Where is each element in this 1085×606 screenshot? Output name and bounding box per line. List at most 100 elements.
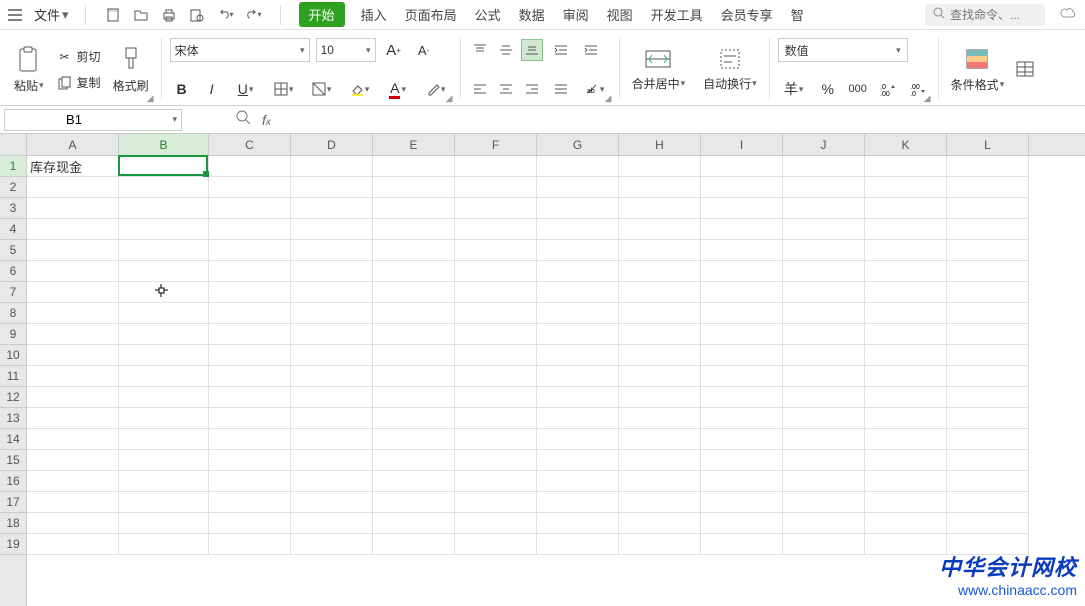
cell-C15[interactable] xyxy=(209,450,291,471)
cell-D17[interactable] xyxy=(291,492,373,513)
cell-G4[interactable] xyxy=(537,219,619,240)
row-header-13[interactable]: 13 xyxy=(0,408,26,429)
select-all-corner[interactable] xyxy=(0,134,27,156)
cell-F11[interactable] xyxy=(455,366,537,387)
cell-J9[interactable] xyxy=(783,324,865,345)
cell-H12[interactable] xyxy=(619,387,701,408)
cell-C12[interactable] xyxy=(209,387,291,408)
cell-J6[interactable] xyxy=(783,261,865,282)
cell-B19[interactable] xyxy=(119,534,209,555)
cell-K5[interactable] xyxy=(865,240,947,261)
cell-H17[interactable] xyxy=(619,492,701,513)
cell-D18[interactable] xyxy=(291,513,373,534)
tab-review[interactable]: 审阅 xyxy=(561,3,591,26)
cell-L1[interactable] xyxy=(947,156,1029,177)
cells-area[interactable]: 库存现金 xyxy=(27,156,1085,606)
cell-A12[interactable] xyxy=(27,387,119,408)
cell-L10[interactable] xyxy=(947,345,1029,366)
cell-L11[interactable] xyxy=(947,366,1029,387)
tab-developer[interactable]: 开发工具 xyxy=(649,3,705,26)
cell-K3[interactable] xyxy=(865,198,947,219)
cell-I18[interactable] xyxy=(701,513,783,534)
currency-button[interactable]: 羊▾ xyxy=(778,77,810,101)
cell-E1[interactable] xyxy=(373,156,455,177)
cell-K4[interactable] xyxy=(865,219,947,240)
cell-F15[interactable] xyxy=(455,450,537,471)
column-header-B[interactable]: B xyxy=(119,134,209,155)
cell-E14[interactable] xyxy=(373,429,455,450)
cell-A16[interactable] xyxy=(27,471,119,492)
row-header-7[interactable]: 7 xyxy=(0,282,26,303)
row-header-6[interactable]: 6 xyxy=(0,261,26,282)
cell-D5[interactable] xyxy=(291,240,373,261)
cell-H9[interactable] xyxy=(619,324,701,345)
cell-E12[interactable] xyxy=(373,387,455,408)
cell-G9[interactable] xyxy=(537,324,619,345)
cell-E13[interactable] xyxy=(373,408,455,429)
cell-G8[interactable] xyxy=(537,303,619,324)
cell-C17[interactable] xyxy=(209,492,291,513)
cell-C18[interactable] xyxy=(209,513,291,534)
cell-A10[interactable] xyxy=(27,345,119,366)
cell-C19[interactable] xyxy=(209,534,291,555)
print-preview-icon[interactable] xyxy=(188,6,206,24)
cell-L5[interactable] xyxy=(947,240,1029,261)
cell-G12[interactable] xyxy=(537,387,619,408)
cell-F19[interactable] xyxy=(455,534,537,555)
hamburger-icon[interactable] xyxy=(6,6,24,24)
name-box[interactable]: ▾ xyxy=(4,109,182,131)
cell-I7[interactable] xyxy=(701,282,783,303)
font-name-select[interactable]: 宋体▾ xyxy=(170,38,310,62)
cell-K16[interactable] xyxy=(865,471,947,492)
column-header-I[interactable]: I xyxy=(701,134,783,155)
cell-B3[interactable] xyxy=(119,198,209,219)
row-header-14[interactable]: 14 xyxy=(0,429,26,450)
cell-B13[interactable] xyxy=(119,408,209,429)
cell-H19[interactable] xyxy=(619,534,701,555)
cell-J14[interactable] xyxy=(783,429,865,450)
cell-F5[interactable] xyxy=(455,240,537,261)
cell-K1[interactable] xyxy=(865,156,947,177)
cell-L2[interactable] xyxy=(947,177,1029,198)
cell-A17[interactable] xyxy=(27,492,119,513)
cell-D3[interactable] xyxy=(291,198,373,219)
cell-I15[interactable] xyxy=(701,450,783,471)
cell-B14[interactable] xyxy=(119,429,209,450)
cloud-icon[interactable] xyxy=(1059,5,1079,24)
cell-D12[interactable] xyxy=(291,387,373,408)
row-header-10[interactable]: 10 xyxy=(0,345,26,366)
increase-decimal-button[interactable]: .0.00 xyxy=(876,77,900,101)
cell-E9[interactable] xyxy=(373,324,455,345)
cell-G16[interactable] xyxy=(537,471,619,492)
cell-K11[interactable] xyxy=(865,366,947,387)
redo-icon[interactable]: ▾ xyxy=(244,6,262,24)
cell-H18[interactable] xyxy=(619,513,701,534)
cell-C13[interactable] xyxy=(209,408,291,429)
cell-L4[interactable] xyxy=(947,219,1029,240)
cell-L12[interactable] xyxy=(947,387,1029,408)
cell-A2[interactable] xyxy=(27,177,119,198)
cell-E15[interactable] xyxy=(373,450,455,471)
cell-B16[interactable] xyxy=(119,471,209,492)
dialog-launcher-icon[interactable]: ◢ xyxy=(446,93,456,103)
cell-B5[interactable] xyxy=(119,240,209,261)
cell-D4[interactable] xyxy=(291,219,373,240)
align-right-button[interactable] xyxy=(521,78,543,100)
row-header-8[interactable]: 8 xyxy=(0,303,26,324)
justify-button[interactable] xyxy=(549,77,573,101)
cell-F13[interactable] xyxy=(455,408,537,429)
fill-color-button[interactable]: ▾ xyxy=(344,77,376,101)
tab-data[interactable]: 数据 xyxy=(517,3,547,26)
cell-I9[interactable] xyxy=(701,324,783,345)
name-box-input[interactable] xyxy=(9,112,139,127)
cell-D1[interactable] xyxy=(291,156,373,177)
cell-K17[interactable] xyxy=(865,492,947,513)
cell-K18[interactable] xyxy=(865,513,947,534)
cell-A9[interactable] xyxy=(27,324,119,345)
cell-D15[interactable] xyxy=(291,450,373,471)
column-header-A[interactable]: A xyxy=(27,134,119,155)
cell-B9[interactable] xyxy=(119,324,209,345)
align-top-button[interactable] xyxy=(469,39,491,61)
cell-C9[interactable] xyxy=(209,324,291,345)
cell-K13[interactable] xyxy=(865,408,947,429)
